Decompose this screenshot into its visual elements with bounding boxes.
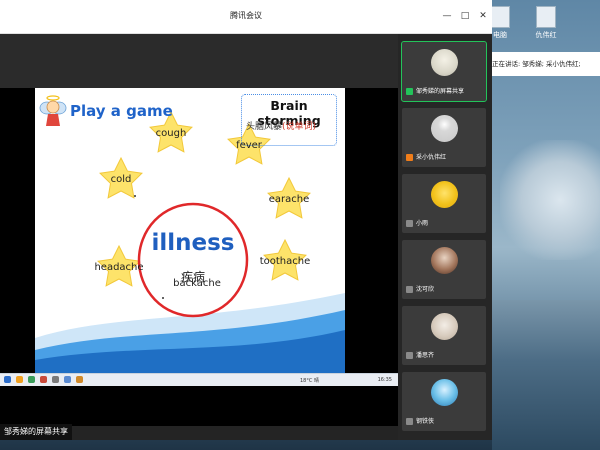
participant-name: 钢铁侠 bbox=[416, 418, 435, 425]
shared-taskbar: 18°C 晴 16:35 bbox=[0, 373, 398, 386]
avatar bbox=[431, 379, 458, 406]
dot bbox=[134, 195, 136, 197]
microphone-icon bbox=[406, 286, 413, 293]
participant-tile[interactable]: 采小仇伟红 bbox=[402, 108, 486, 167]
minimize-icon[interactable]: — bbox=[442, 11, 452, 21]
brain-storming-box: Brain storming 头脑风暴(说单词) bbox=[241, 94, 337, 146]
slide: Play a game Brain storming 头脑风暴(说单词) cou… bbox=[35, 88, 345, 373]
speaking-indicator: 正在讲话: 邹秀娣; 采小仇伟红; bbox=[474, 52, 600, 76]
participant-name: 潘思齐 bbox=[416, 352, 435, 359]
start-icon bbox=[4, 376, 11, 383]
maximize-icon[interactable]: □ bbox=[460, 11, 470, 21]
app-icon bbox=[76, 376, 83, 383]
avatar bbox=[431, 181, 458, 208]
desktop-sea bbox=[492, 300, 600, 450]
meeting-window: 腾讯会议 — □ ✕ Play a game Brain storming 头脑… bbox=[0, 0, 492, 440]
browser-icon bbox=[28, 376, 35, 383]
angel-icon bbox=[39, 95, 67, 126]
desktop-icon-folder[interactable]: 仇伟红 bbox=[524, 6, 568, 40]
participant-name: 采小仇伟红 bbox=[416, 154, 447, 161]
window-title: 腾讯会议 bbox=[230, 11, 262, 20]
brain-storming-subtitle: 头脑风暴(说单词) bbox=[246, 119, 336, 132]
participant-tile[interactable]: 潘思齐 bbox=[402, 306, 486, 365]
microphone-icon bbox=[406, 418, 413, 425]
star-label-cough: cough bbox=[155, 128, 187, 139]
microphone-icon bbox=[406, 352, 413, 359]
app-icon bbox=[52, 376, 59, 383]
center-word-chinese: 疾病 bbox=[180, 270, 205, 284]
participant-name: 沈可欣 bbox=[416, 286, 435, 293]
sharer-label: 邹秀娣的屏幕共享 bbox=[0, 424, 72, 440]
participant-name: 小雨 bbox=[416, 220, 429, 227]
participant-tile[interactable]: 邹秀娣的屏幕共享 bbox=[401, 41, 487, 102]
app-icon bbox=[40, 376, 47, 383]
speaking-text: 正在讲话: 邹秀娣; 采小仇伟红; bbox=[492, 60, 581, 68]
participant-tile[interactable]: 小雨 bbox=[402, 174, 486, 233]
star-label-fever: fever bbox=[236, 140, 262, 151]
file-icon bbox=[536, 6, 556, 28]
avatar bbox=[431, 49, 458, 76]
slide-title: Play a game bbox=[70, 102, 173, 120]
desktop-icon-label: 仇伟红 bbox=[535, 31, 557, 39]
app-icon bbox=[64, 376, 71, 383]
tray-weather: 18°C 晴 bbox=[300, 378, 319, 384]
avatar bbox=[431, 247, 458, 274]
microphone-icon bbox=[406, 154, 413, 161]
toolbar-strip bbox=[0, 34, 398, 88]
computer-icon bbox=[490, 6, 510, 28]
desktop-cloud bbox=[500, 140, 600, 260]
shared-screen: Play a game Brain storming 头脑风暴(说单词) cou… bbox=[0, 88, 398, 426]
microphone-icon bbox=[406, 220, 413, 227]
participant-tile[interactable]: 钢铁侠 bbox=[402, 372, 486, 431]
star-label-toothache: toothache bbox=[259, 256, 311, 267]
tray-clock: 16:35 bbox=[377, 377, 392, 383]
star-label-cold: cold bbox=[110, 174, 132, 185]
star-label-earache: earache bbox=[268, 194, 310, 205]
center-word: illness bbox=[151, 230, 235, 256]
avatar bbox=[431, 115, 458, 142]
title-bar[interactable]: 腾讯会议 — □ ✕ bbox=[0, 0, 492, 34]
brain-zh-text: 头脑风暴 bbox=[246, 122, 283, 132]
microphone-icon bbox=[406, 88, 413, 95]
desktop-icon-label: 电脑 bbox=[493, 31, 507, 39]
center-circle bbox=[137, 202, 249, 318]
folder-icon bbox=[16, 376, 23, 383]
dot bbox=[162, 297, 164, 299]
participant-tile[interactable]: 沈可欣 bbox=[402, 240, 486, 299]
participant-name: 邹秀娣的屏幕共享 bbox=[416, 88, 465, 95]
avatar bbox=[431, 313, 458, 340]
brain-hint: (说单词) bbox=[282, 122, 317, 132]
participant-panel: 邹秀娣的屏幕共享 采小仇伟红小雨沈可欣潘思齐钢铁侠 bbox=[398, 34, 492, 440]
close-icon[interactable]: ✕ bbox=[478, 11, 488, 21]
